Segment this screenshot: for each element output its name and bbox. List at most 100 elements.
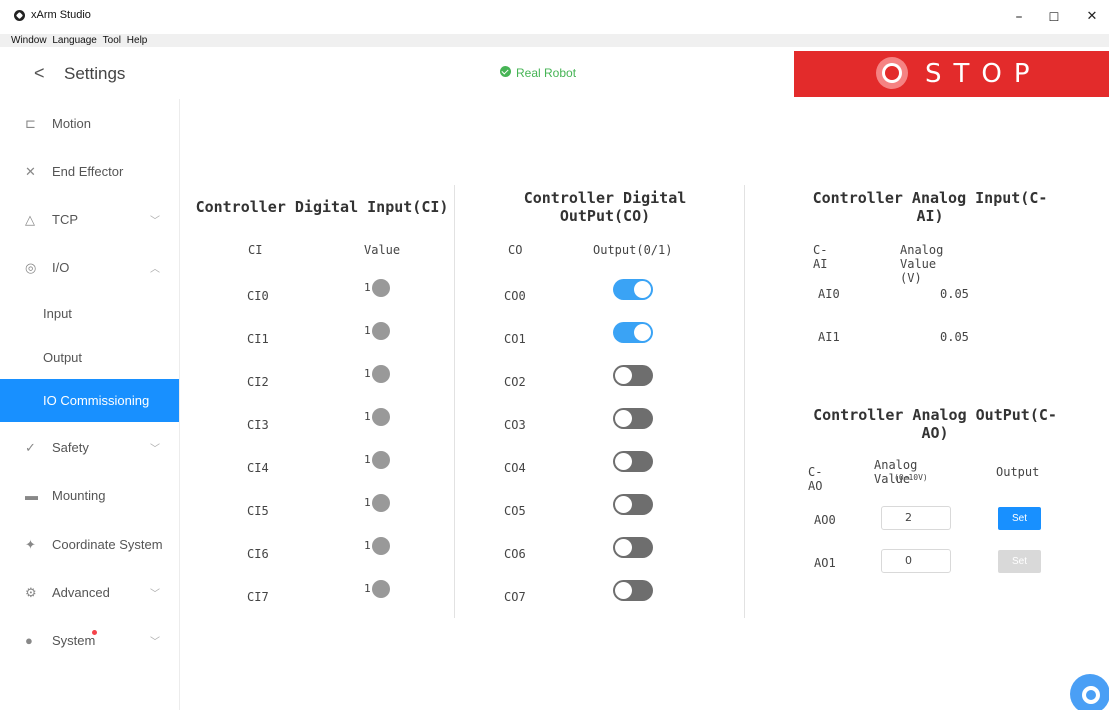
sidebar: ⊏ Motion ✕ End Effector △ TCP ﹀ ◎ I/O ︿ … xyxy=(0,99,180,710)
co-col-output: Output(0/1) xyxy=(593,243,673,257)
stop-button[interactable]: STOP xyxy=(794,51,1109,97)
title-bar: xArm Studio – ☐ ✕ xyxy=(0,0,1109,34)
chevron-down-icon: ﹀ xyxy=(150,216,160,227)
sidebar-item-label: IO Commissioning xyxy=(43,393,150,408)
chevron-down-icon: ﹀ xyxy=(150,637,160,648)
sidebar-item-advanced[interactable]: ⚙ Advanced ﹀ xyxy=(0,571,178,615)
sidebar-item-label: TCP xyxy=(52,212,78,227)
ao0-set-button[interactable]: Set xyxy=(998,507,1041,530)
co-toggle-switch[interactable] xyxy=(613,365,653,386)
sidebar-item-input[interactable]: Input xyxy=(0,292,178,336)
sidebar-item-label: Mounting xyxy=(52,488,106,503)
indicator-led-icon xyxy=(372,494,390,512)
notification-dot xyxy=(92,630,97,635)
menu-window[interactable]: Window xyxy=(11,34,47,47)
ci-col-value: Value xyxy=(364,243,401,257)
indicator-led-icon xyxy=(372,408,390,426)
sidebar-item-io-commissioning[interactable]: IO Commissioning xyxy=(0,379,179,422)
cao-row-name: AO0 xyxy=(814,513,836,527)
ao1-set-button[interactable]: Set xyxy=(998,550,1041,573)
co-col-name: CO xyxy=(508,243,523,257)
sidebar-item-label: I/O xyxy=(52,260,70,275)
co-toggle-switch[interactable] xyxy=(613,322,653,343)
menu-tool[interactable]: Tool xyxy=(103,34,121,47)
ci-value: 1 xyxy=(364,496,371,509)
advanced-icon: ⚙ xyxy=(25,585,37,600)
safety-icon: ✓ xyxy=(25,440,36,455)
column-divider xyxy=(744,185,745,618)
cao-title: Controller Analog OutPut(C- AO) xyxy=(790,406,1080,442)
cai-title: Controller Analog Input(C- AI) xyxy=(790,189,1070,225)
ci-value: 1 xyxy=(364,539,371,552)
cao-title-line2: AO) xyxy=(921,424,949,442)
sidebar-item-output[interactable]: Output xyxy=(0,336,178,380)
end-effector-icon: ✕ xyxy=(25,164,36,179)
ci-row-name: CI5 xyxy=(247,504,269,518)
sidebar-item-label: Input xyxy=(43,306,72,321)
robot-status-label: Real Robot xyxy=(516,66,577,80)
sidebar-item-label: Coordinate System xyxy=(52,537,163,552)
stop-label: STOP xyxy=(925,59,1042,89)
cai-col-name: C-AI xyxy=(813,243,828,271)
menu-language[interactable]: Language xyxy=(52,34,97,47)
mounting-icon: ▬ xyxy=(25,488,38,503)
ao0-value-input[interactable]: 2 xyxy=(881,506,951,530)
sidebar-item-tcp[interactable]: △ TCP ﹀ xyxy=(0,198,178,242)
toggle-knob xyxy=(615,453,632,470)
cai-title-line1: Controller Analog Input(C- xyxy=(812,189,1048,207)
ci-value: 1 xyxy=(364,410,371,423)
cao-title-line1: Controller Analog OutPut(C- xyxy=(813,406,1057,424)
ao1-value-input[interactable]: 0 xyxy=(881,549,951,573)
cao-col-value-range: (0~10V) xyxy=(894,473,928,482)
settings-fab-button[interactable] xyxy=(1070,674,1109,710)
sidebar-item-coordinate-system[interactable]: ✦ Coordinate System xyxy=(0,523,178,567)
chevron-down-icon: ﹀ xyxy=(150,589,160,600)
co-title-line1: Controller Digital xyxy=(523,189,687,207)
maximize-button[interactable]: ☐ xyxy=(1039,6,1069,28)
co-row-name: CO7 xyxy=(504,590,526,604)
indicator-led-icon xyxy=(372,279,390,297)
toggle-knob xyxy=(634,324,651,341)
sidebar-item-motion[interactable]: ⊏ Motion xyxy=(0,102,178,146)
sidebar-item-io[interactable]: ◎ I/O ︿ xyxy=(0,246,178,290)
ci-value: 1 xyxy=(364,582,371,595)
cai-row-value: 0.05 xyxy=(940,287,969,301)
toggle-knob xyxy=(615,582,632,599)
motion-icon: ⊏ xyxy=(25,116,36,131)
check-circle-icon xyxy=(500,66,511,77)
co-toggle-switch[interactable] xyxy=(613,279,653,300)
ci-value: 1 xyxy=(364,281,371,294)
ci-row-name: CI7 xyxy=(247,590,269,604)
sidebar-item-safety[interactable]: ✓ Safety ﹀ xyxy=(0,426,178,470)
co-toggle-switch[interactable] xyxy=(613,580,653,601)
sidebar-item-label: Output xyxy=(43,350,83,365)
back-button[interactable]: < xyxy=(34,63,45,84)
ci-title: Controller Digital Input(CI) xyxy=(195,198,449,216)
sidebar-item-label: Safety xyxy=(52,440,89,455)
cao-row-name: AO1 xyxy=(814,556,836,570)
indicator-led-icon xyxy=(372,365,390,383)
co-toggle-switch[interactable] xyxy=(613,494,653,515)
menu-help[interactable]: Help xyxy=(127,34,148,47)
coordinate-icon: ✦ xyxy=(25,537,36,552)
co-title-line2: OutPut(CO) xyxy=(559,207,651,225)
sidebar-item-label: System xyxy=(52,633,96,648)
co-toggle-switch[interactable] xyxy=(613,408,653,429)
cai-row-value: 0.05 xyxy=(940,330,969,344)
toggle-knob xyxy=(615,410,632,427)
cao-col-output: Output xyxy=(996,465,1040,479)
chevron-down-icon: ﹀ xyxy=(150,444,160,455)
minimize-button[interactable]: – xyxy=(1004,6,1034,28)
ci-row-name: CI3 xyxy=(247,418,269,432)
close-button[interactable]: ✕ xyxy=(1077,6,1107,28)
ci-row-name: CI1 xyxy=(247,332,269,346)
sidebar-item-mounting[interactable]: ▬ Mounting xyxy=(0,474,178,518)
indicator-led-icon xyxy=(372,537,390,555)
sidebar-item-end-effector[interactable]: ✕ End Effector xyxy=(0,150,178,194)
co-title: Controller Digital OutPut(CO) xyxy=(470,189,740,225)
sidebar-item-label: Advanced xyxy=(52,585,110,600)
sidebar-item-system[interactable]: ● System ﹀ xyxy=(0,619,178,663)
sidebar-item-label: Motion xyxy=(52,116,92,131)
co-toggle-switch[interactable] xyxy=(613,451,653,472)
co-toggle-switch[interactable] xyxy=(613,537,653,558)
